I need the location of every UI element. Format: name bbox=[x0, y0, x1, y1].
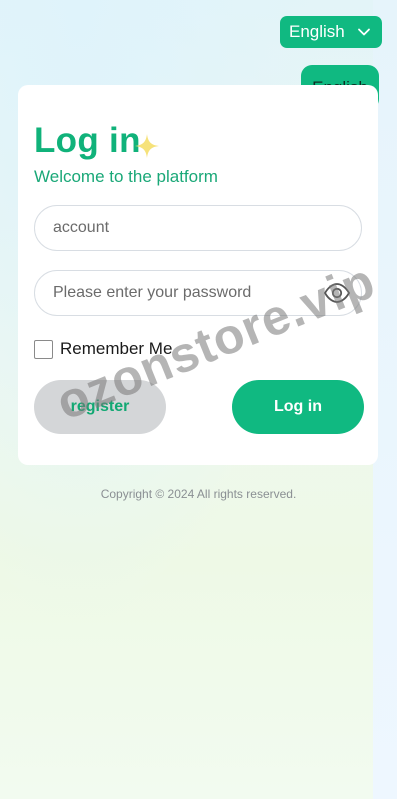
page-title: Log in bbox=[34, 121, 141, 160]
remember-label: Remember Me bbox=[60, 339, 173, 358]
language-select[interactable]: English bbox=[280, 16, 382, 48]
account-input[interactable] bbox=[51, 218, 315, 238]
register-button-label: register bbox=[70, 398, 130, 415]
login-card: Log in Welcome to the platform Remember … bbox=[18, 85, 378, 465]
language-select-label: English bbox=[289, 22, 345, 41]
chevron-down-icon bbox=[358, 28, 370, 36]
account-field-wrapper bbox=[34, 205, 362, 251]
sparkle-icon bbox=[135, 134, 159, 158]
login-button-label: Log in bbox=[274, 398, 322, 415]
password-input[interactable] bbox=[51, 283, 315, 303]
login-button[interactable]: Log in bbox=[232, 380, 364, 434]
register-button[interactable]: register bbox=[34, 380, 166, 434]
remember-me[interactable]: Remember Me bbox=[34, 339, 172, 359]
eye-icon[interactable] bbox=[323, 282, 351, 304]
copyright-text: Copyright © 2024 All rights reserved. bbox=[100, 487, 297, 501]
password-field-wrapper bbox=[34, 270, 362, 316]
welcome-subtitle: Welcome to the platform bbox=[34, 167, 218, 186]
remember-checkbox[interactable] bbox=[34, 339, 53, 359]
